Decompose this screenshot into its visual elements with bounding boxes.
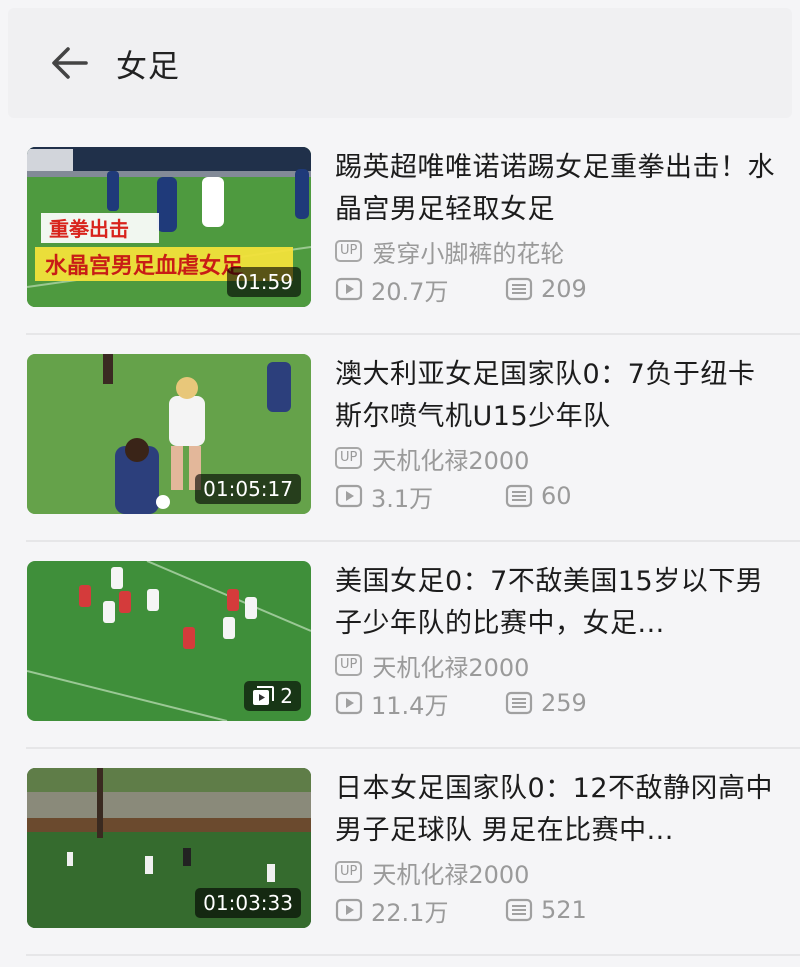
uploader-row[interactable]: UP 天机化禄2000 xyxy=(335,646,775,684)
play-count-icon xyxy=(335,898,363,922)
video-thumbnail[interactable]: 01:05:17 xyxy=(27,354,311,514)
comment-count-icon xyxy=(505,898,533,922)
up-badge: UP xyxy=(335,654,363,676)
video-title[interactable]: 日本女足国家队0：12不敌静冈高中男子足球队 男足在比赛中... xyxy=(335,768,775,852)
svg-text:水晶宫男足血虐女足: 水晶宫男足血虐女足 xyxy=(45,253,243,279)
divider xyxy=(26,954,800,956)
svg-text:重拳出击: 重拳出击 xyxy=(49,217,129,241)
stats-row: 20.7万 209 xyxy=(335,270,775,308)
video-list: 重拳出击 水晶宫男足血虐女足 01:59 踢英超唯唯诺诺踢女足重拳出击！水晶宫男… xyxy=(0,128,800,956)
uploader-row[interactable]: UP 天机化禄2000 xyxy=(335,853,775,891)
uploader-row[interactable]: UP 天机化禄2000 xyxy=(335,439,775,477)
comment-count: 60 xyxy=(541,482,572,510)
view-count: 11.4万 xyxy=(371,691,449,720)
video-thumbnail[interactable]: 重拳出击 水晶宫男足血虐女足 01:59 xyxy=(27,147,311,307)
comment-count: 209 xyxy=(541,275,587,303)
stats-row: 3.1万 60 xyxy=(335,477,775,515)
video-item[interactable]: 01:05:17 澳大利亚女足国家队0：7负于纽卡斯尔喷气机U15少年队 UP … xyxy=(0,335,800,542)
view-count: 3.1万 xyxy=(371,484,434,513)
video-item[interactable]: 01:03:33 日本女足国家队0：12不敌静冈高中男子足球队 男足在比赛中..… xyxy=(0,749,800,956)
view-count: 20.7万 xyxy=(371,277,449,306)
play-count-icon xyxy=(335,691,363,715)
playlist-icon xyxy=(253,686,275,705)
uploader-name: 天机化禄2000 xyxy=(372,446,530,475)
comment-count: 259 xyxy=(541,689,587,717)
video-title[interactable]: 美国女足0：7不敌美国15岁以下男子少年队的比赛中，女足... xyxy=(335,561,775,645)
stats-row: 11.4万 259 xyxy=(335,684,775,722)
video-thumbnail[interactable]: 2 xyxy=(27,561,311,721)
comment-count-icon xyxy=(505,277,533,301)
duration-badge: 01:03:33 xyxy=(195,888,301,918)
stats-row: 22.1万 521 xyxy=(335,891,775,929)
back-button[interactable] xyxy=(40,33,100,93)
up-badge: UP xyxy=(335,240,363,262)
uploader-name: 天机化禄2000 xyxy=(372,653,530,682)
view-count: 22.1万 xyxy=(371,898,449,927)
comment-count: 521 xyxy=(541,896,587,924)
top-bar: 女足 xyxy=(8,8,792,118)
uploader-name: 爱穿小脚裤的花轮 xyxy=(372,239,565,268)
comment-count-icon xyxy=(505,691,533,715)
up-badge: UP xyxy=(335,861,363,883)
back-arrow-icon xyxy=(52,47,88,79)
video-item[interactable]: 2 美国女足0：7不敌美国15岁以下男子少年队的比赛中，女足... UP 天机化… xyxy=(0,542,800,749)
video-title[interactable]: 踢英超唯唯诺诺踢女足重拳出击！水晶宫男足轻取女足 xyxy=(335,147,775,231)
play-count-icon xyxy=(335,277,363,301)
play-count-icon xyxy=(335,484,363,508)
video-thumbnail[interactable]: 01:03:33 xyxy=(27,768,311,928)
uploader-row[interactable]: UP 爱穿小脚裤的花轮 xyxy=(335,232,775,270)
comment-count-icon xyxy=(505,484,533,508)
duration-badge: 01:05:17 xyxy=(195,474,301,504)
video-title[interactable]: 澳大利亚女足国家队0：7负于纽卡斯尔喷气机U15少年队 xyxy=(335,354,775,438)
part-count: 2 xyxy=(280,684,293,708)
multi-part-badge: 2 xyxy=(244,681,301,711)
up-badge: UP xyxy=(335,447,363,469)
uploader-name: 天机化禄2000 xyxy=(372,860,530,889)
video-item[interactable]: 重拳出击 水晶宫男足血虐女足 01:59 踢英超唯唯诺诺踢女足重拳出击！水晶宫男… xyxy=(0,128,800,335)
duration-badge: 01:59 xyxy=(227,267,301,297)
page-title: 女足 xyxy=(116,48,180,85)
